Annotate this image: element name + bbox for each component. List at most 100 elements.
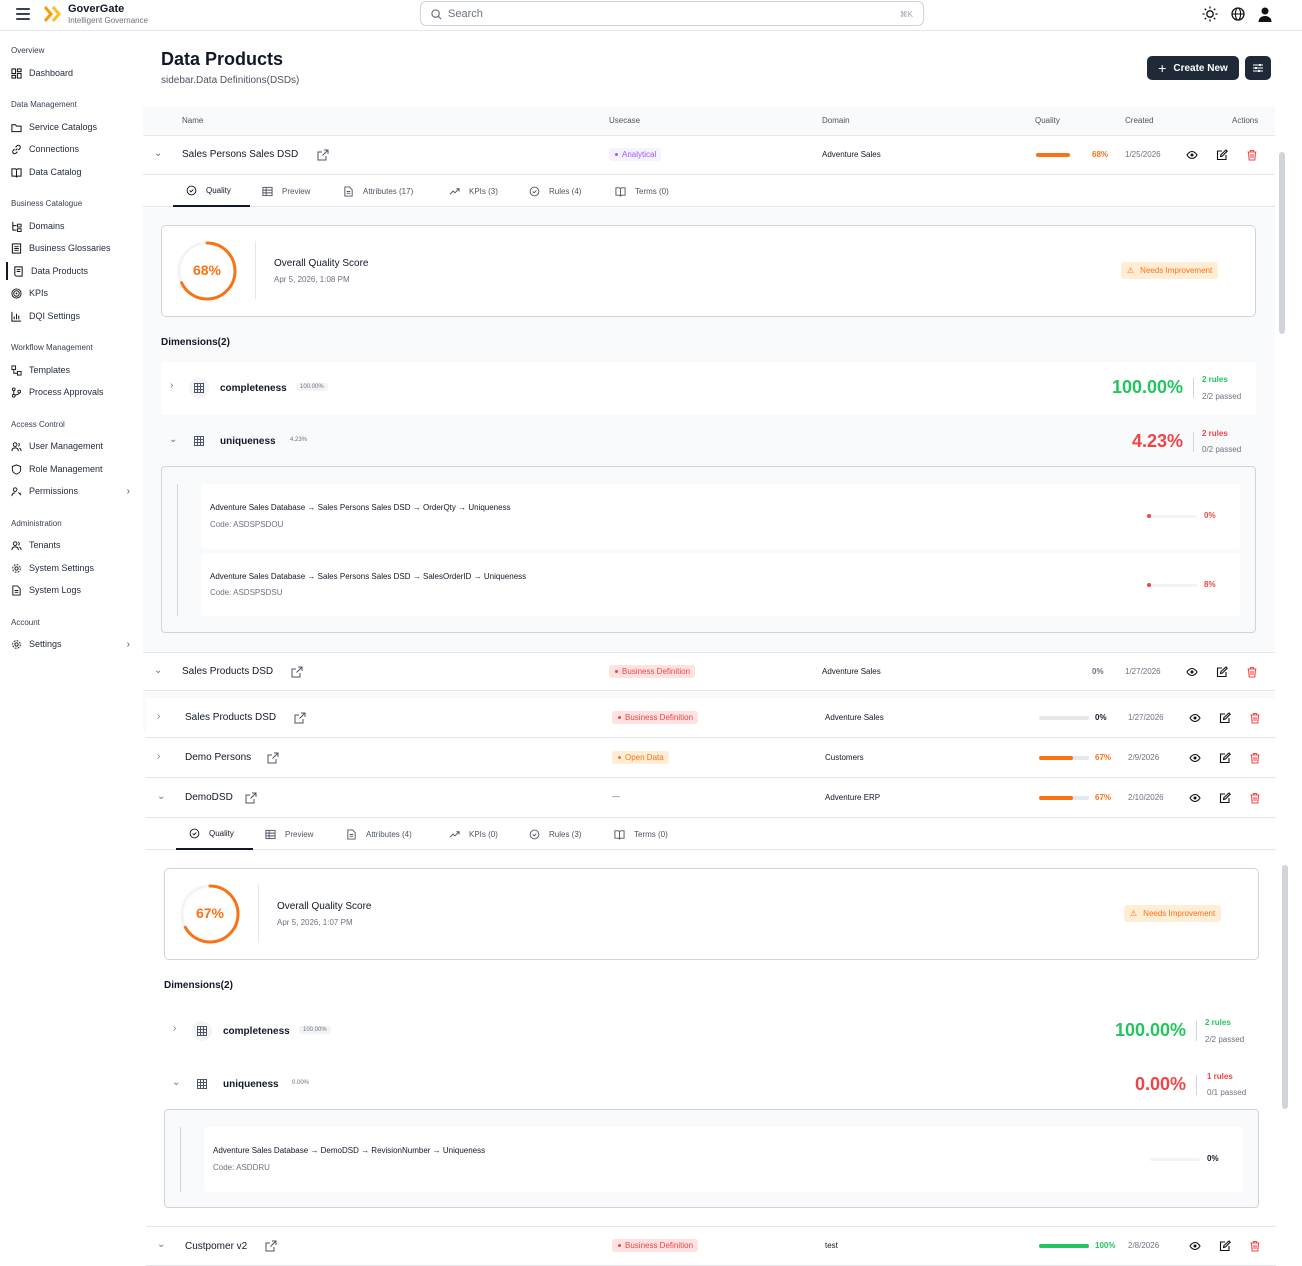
edit-icon[interactable] — [1219, 792, 1231, 804]
external-link-icon[interactable] — [245, 792, 257, 804]
chevron-right-icon[interactable]: › — [157, 751, 160, 762]
divider — [1193, 432, 1194, 452]
trash-icon[interactable] — [1246, 666, 1258, 678]
eye-icon[interactable] — [1189, 792, 1201, 804]
row-name[interactable]: DemoDSD — [185, 792, 233, 803]
chevron-down-icon[interactable]: ⌄ — [157, 791, 165, 802]
tab-attributes[interactable]: Attributes (4) — [346, 818, 412, 850]
eye-icon[interactable] — [1186, 149, 1198, 161]
sidebar-item-domains[interactable]: Domains — [11, 217, 136, 235]
sidebar-item-dqi-settings[interactable]: DQI Settings — [11, 307, 136, 325]
create-new-button[interactable]: + Create New — [1147, 56, 1239, 80]
row-created: 2/10/2026 — [1128, 793, 1164, 802]
tab-terms[interactable]: Terms (0) — [615, 175, 669, 207]
dimension-rules: 1 rules — [1207, 1072, 1233, 1081]
external-link-icon[interactable] — [294, 712, 306, 724]
trash-icon[interactable] — [1249, 712, 1261, 724]
chevron-right-icon[interactable]: › — [173, 1023, 176, 1034]
menu-icon[interactable] — [16, 8, 30, 20]
sidebar-item-settings[interactable]: Settings › — [11, 635, 136, 653]
edit-icon[interactable] — [1219, 1240, 1231, 1252]
tab-kpis[interactable]: KPIs (3) — [449, 175, 498, 207]
external-link-icon[interactable] — [265, 1240, 277, 1252]
edit-icon[interactable] — [1219, 712, 1231, 724]
dimension-row[interactable] — [164, 1059, 1259, 1109]
users-icon — [11, 441, 22, 451]
sidebar-item-process-approvals[interactable]: Process Approvals — [11, 383, 136, 401]
sidebar-item-templates[interactable]: Templates — [11, 361, 136, 379]
tab-attributes[interactable]: Attributes (17) — [343, 175, 413, 207]
sidebar-item-kpis[interactable]: KPIs — [11, 284, 136, 302]
rule-card[interactable] — [201, 553, 1240, 616]
sidebar-item-tenants[interactable]: Tenants — [11, 536, 136, 554]
row-name[interactable]: Sales Products DSD — [185, 712, 276, 723]
sidebar-item-data-catalog[interactable]: Data Catalog — [11, 163, 136, 181]
sidebar-item-label: Templates — [29, 365, 71, 375]
sidebar-item-user-management[interactable]: User Management — [11, 437, 136, 455]
chevron-down-icon[interactable]: ⌄ — [154, 665, 162, 676]
sidebar-item-role-management[interactable]: Role Management — [11, 460, 136, 478]
edit-icon[interactable] — [1216, 149, 1228, 161]
language-icon[interactable] — [1229, 5, 1247, 23]
search-icon — [431, 9, 442, 20]
dashboard-icon — [11, 67, 22, 79]
external-link-icon[interactable] — [267, 752, 279, 764]
trash-icon[interactable] — [1249, 752, 1261, 764]
rule-card[interactable] — [204, 1127, 1243, 1192]
search-input[interactable]: Search ⌘K — [420, 1, 924, 26]
sidebar-item-data-products[interactable]: Data Products — [6, 262, 131, 280]
tab-preview[interactable]: Preview — [262, 175, 310, 207]
chevron-right-icon[interactable]: › — [170, 380, 173, 391]
scrollbar-thumb[interactable] — [1279, 152, 1285, 334]
check-circle-icon — [529, 829, 540, 839]
chevron-down-icon[interactable]: ⌄ — [169, 434, 177, 445]
check-circle-icon — [186, 185, 197, 195]
usecase-badge: Open Data — [612, 751, 669, 764]
sidebar-item-permissions[interactable]: Permissions › — [11, 482, 136, 500]
row-name[interactable]: Custpomer v2 — [185, 1241, 247, 1252]
sidebar-item-dashboard[interactable]: Dashboard — [11, 64, 136, 82]
table-row[interactable] — [143, 652, 1275, 691]
tab-preview[interactable]: Preview — [265, 818, 313, 850]
trash-icon[interactable] — [1249, 1240, 1261, 1252]
tab-terms[interactable]: Terms (0) — [614, 818, 668, 850]
eye-icon[interactable] — [1189, 1240, 1201, 1252]
eye-icon[interactable] — [1189, 712, 1201, 724]
sidebar-item-business-glossaries[interactable]: Business Glossaries — [11, 239, 136, 257]
tab-rules[interactable]: Rules (4) — [529, 175, 581, 207]
sidebar-item-system-logs[interactable]: System Logs — [11, 581, 136, 599]
sidebar-item-system-settings[interactable]: System Settings — [11, 559, 136, 577]
chevron-down-icon[interactable]: ⌄ — [154, 148, 162, 159]
row-name[interactable]: Demo Persons — [185, 752, 251, 763]
tab-rules[interactable]: Rules (3) — [529, 818, 581, 850]
dimension-row[interactable] — [161, 416, 1256, 466]
dimension-rules: 2 rules — [1205, 1018, 1231, 1027]
rule-card[interactable] — [201, 484, 1240, 549]
edit-icon[interactable] — [1216, 666, 1228, 678]
tab-quality[interactable]: Quality — [173, 175, 250, 207]
edit-icon[interactable] — [1219, 752, 1231, 764]
tab-quality[interactable]: Quality — [176, 818, 253, 850]
scrollbar-thumb[interactable] — [1282, 865, 1288, 1109]
tab-kpis[interactable]: KPIs (0) — [449, 818, 498, 850]
chevron-right-icon[interactable]: › — [157, 711, 160, 722]
sidebar-item-service-catalogs[interactable]: Service Catalogs — [11, 118, 136, 136]
dimension-score-small: 4.23% — [290, 437, 308, 443]
sidebar-section-access-control: Access Control — [11, 420, 65, 429]
sidebar-item-label: Process Approvals — [29, 387, 104, 397]
eye-icon[interactable] — [1189, 752, 1201, 764]
row-name[interactable]: Sales Products DSD — [182, 666, 273, 677]
chevron-down-icon[interactable]: ⌄ — [172, 1077, 180, 1088]
theme-toggle-icon[interactable] — [1201, 5, 1219, 23]
eye-icon[interactable] — [1186, 666, 1198, 678]
external-link-icon[interactable] — [291, 666, 303, 678]
row-name[interactable]: Sales Persons Sales DSD — [182, 149, 298, 160]
external-link-icon[interactable] — [317, 149, 329, 161]
filter-settings-button[interactable] — [1245, 56, 1271, 80]
rule-progress-fill — [1147, 514, 1151, 518]
trash-icon[interactable] — [1246, 149, 1258, 161]
chevron-down-icon[interactable]: ⌄ — [157, 1239, 165, 1250]
trash-icon[interactable] — [1249, 792, 1261, 804]
user-avatar-icon[interactable] — [1256, 5, 1274, 23]
sidebar-item-connections[interactable]: Connections — [11, 140, 136, 158]
